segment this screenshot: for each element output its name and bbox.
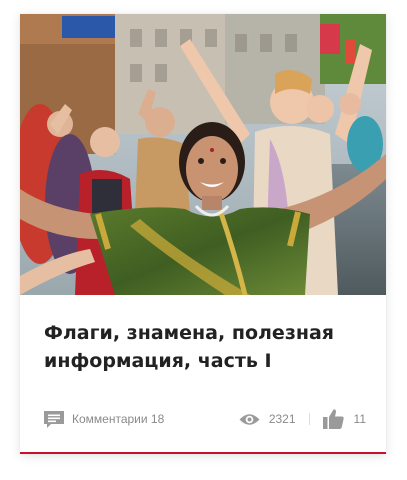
meta-divider bbox=[308, 413, 310, 425]
like-button[interactable]: 11 bbox=[322, 409, 366, 429]
eye-icon bbox=[239, 413, 260, 426]
article-title[interactable]: Флаги, знамена, полезная информация, час… bbox=[44, 319, 364, 375]
views-counter: 2321 bbox=[239, 412, 296, 426]
comments-link[interactable]: Комментарии 18 bbox=[44, 410, 165, 428]
views-count: 2321 bbox=[268, 412, 296, 426]
article-meta: Комментарии 18 2321 11 bbox=[44, 408, 366, 430]
likes-count: 11 bbox=[353, 412, 366, 426]
thumbs-up-icon bbox=[322, 409, 344, 429]
comments-label: Комментарии 18 bbox=[72, 412, 165, 426]
article-card[interactable]: Флаги, знамена, полезная информация, час… bbox=[20, 14, 386, 454]
comment-icon bbox=[44, 410, 64, 428]
article-photo[interactable] bbox=[20, 14, 386, 295]
